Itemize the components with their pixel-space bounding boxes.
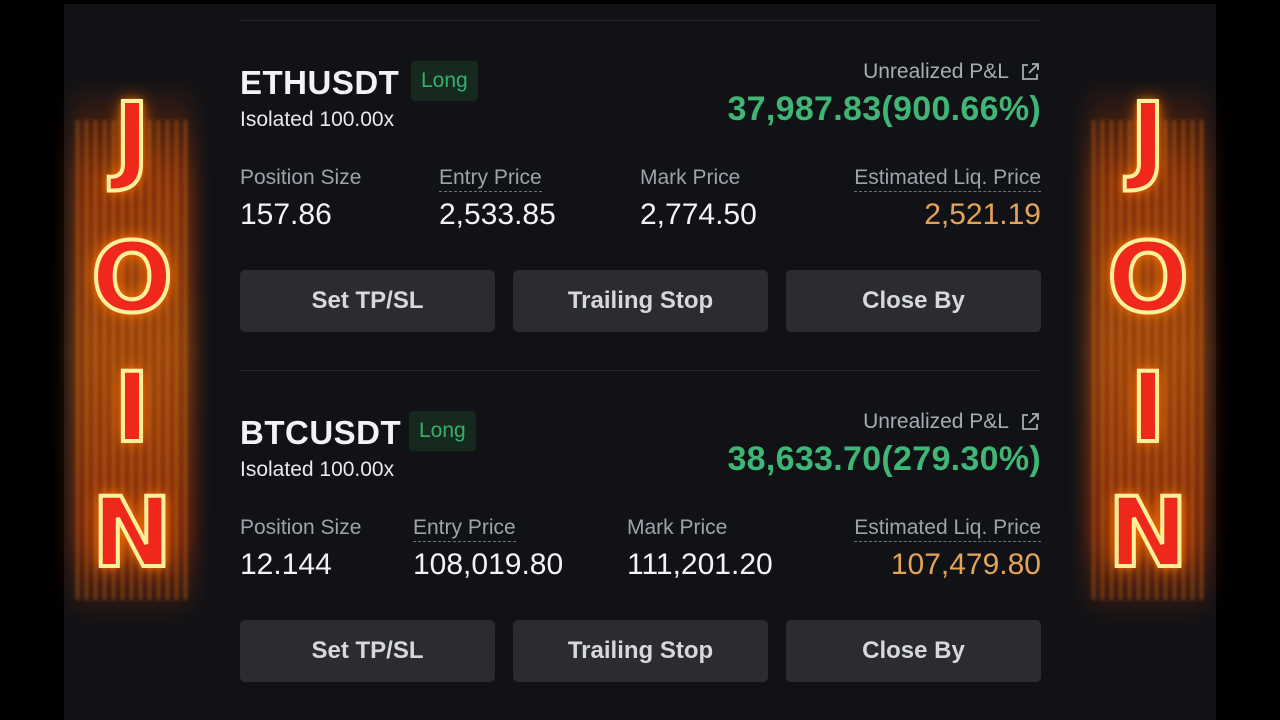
set-tp-sl-button[interactable]: Set TP/SL bbox=[240, 270, 495, 332]
divider bbox=[240, 20, 1041, 21]
entry-price-label[interactable]: Entry Price bbox=[413, 516, 516, 542]
position-size-value: 157.86 bbox=[240, 198, 332, 231]
divider bbox=[240, 370, 1041, 371]
liq-price-stat: Estimated Liq. Price 2,521.19 bbox=[854, 166, 1041, 232]
mark-price-stat: Mark Price 2,774.50 bbox=[640, 166, 757, 232]
unrealized-pnl-label[interactable]: Unrealized P&L bbox=[863, 410, 1041, 434]
position-size-stat: Position Size 12.144 bbox=[240, 516, 361, 582]
join-letter: O bbox=[89, 222, 175, 334]
mark-price-value: 2,774.50 bbox=[640, 198, 757, 231]
unrealized-pnl-value: 37,987.83(900.66%) bbox=[727, 90, 1041, 128]
join-overlay-right: J O I N bbox=[1078, 80, 1218, 620]
margin-mode: Isolated 100.00x bbox=[240, 108, 395, 131]
close-by-button[interactable]: Close By bbox=[786, 620, 1041, 682]
side-badge: Long bbox=[411, 61, 478, 101]
external-link-icon[interactable] bbox=[1019, 61, 1041, 83]
liq-price-value: 107,479.80 bbox=[890, 548, 1041, 581]
set-tp-sl-button[interactable]: Set TP/SL bbox=[240, 620, 495, 682]
trailing-stop-button[interactable]: Trailing Stop bbox=[513, 620, 768, 682]
position-size-stat: Position Size 157.86 bbox=[240, 166, 361, 232]
entry-price-value: 108,019.80 bbox=[413, 548, 564, 581]
join-overlay-left: J O I N bbox=[62, 80, 202, 620]
position-size-label: Position Size bbox=[240, 166, 362, 189]
join-letter: N bbox=[1106, 477, 1190, 589]
liq-price-label[interactable]: Estimated Liq. Price bbox=[854, 516, 1041, 542]
mark-price-label: Mark Price bbox=[640, 166, 741, 189]
position-card-ethusdt: ETHUSDT Long Isolated 100.00x Unrealized… bbox=[240, 24, 1041, 354]
join-letter: O bbox=[1105, 222, 1191, 334]
mark-price-stat: Mark Price 111,201.20 bbox=[627, 516, 773, 582]
unrealized-pnl-label[interactable]: Unrealized P&L bbox=[863, 60, 1041, 84]
unrealized-pnl-value: 38,633.70(279.30%) bbox=[727, 440, 1041, 478]
side-badge: Long bbox=[409, 411, 476, 451]
unrealized-pnl-label-text: Unrealized P&L bbox=[863, 410, 1009, 433]
external-link-icon[interactable] bbox=[1019, 411, 1041, 433]
symbol-label[interactable]: BTCUSDT bbox=[240, 414, 401, 452]
trailing-stop-button[interactable]: Trailing Stop bbox=[513, 270, 768, 332]
liq-price-label[interactable]: Estimated Liq. Price bbox=[854, 166, 1041, 192]
entry-price-value: 2,533.85 bbox=[439, 198, 556, 231]
join-letter: J bbox=[112, 82, 152, 194]
liq-price-stat: Estimated Liq. Price 107,479.80 bbox=[854, 516, 1041, 582]
join-letter: I bbox=[112, 352, 152, 464]
join-letter: J bbox=[1128, 82, 1168, 194]
entry-price-stat: Entry Price 2,533.85 bbox=[439, 166, 556, 232]
unrealized-pnl-label-text: Unrealized P&L bbox=[863, 60, 1009, 83]
entry-price-stat: Entry Price 108,019.80 bbox=[413, 516, 563, 582]
position-size-label: Position Size bbox=[240, 516, 362, 539]
join-letter: I bbox=[1128, 352, 1168, 464]
mark-price-value: 111,201.20 bbox=[627, 548, 773, 581]
join-letter: N bbox=[90, 477, 174, 589]
margin-mode: Isolated 100.00x bbox=[240, 458, 395, 481]
position-size-value: 12.144 bbox=[240, 548, 332, 581]
liq-price-value: 2,521.19 bbox=[924, 198, 1041, 231]
close-by-button[interactable]: Close By bbox=[786, 270, 1041, 332]
mark-price-label: Mark Price bbox=[627, 516, 728, 539]
symbol-label[interactable]: ETHUSDT bbox=[240, 64, 399, 102]
position-card-btcusdt: BTCUSDT Long Isolated 100.00x Unrealized… bbox=[240, 374, 1041, 704]
entry-price-label[interactable]: Entry Price bbox=[439, 166, 542, 192]
